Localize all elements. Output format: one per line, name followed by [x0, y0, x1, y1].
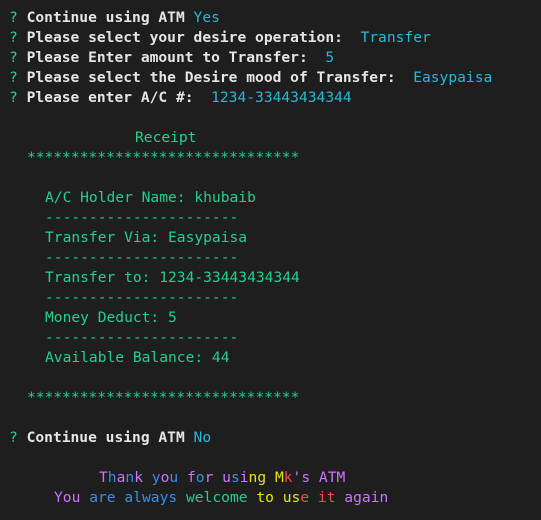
rainbow-char — [177, 489, 186, 506]
rainbow-char: f — [186, 469, 196, 486]
rainbow-char: w — [185, 489, 195, 506]
receipt-transfer-to: Transfer to: 1234-33443434344 — [45, 269, 300, 286]
question-marker: ? — [9, 29, 18, 46]
rainbow-char: a — [89, 489, 98, 506]
rainbow-char — [309, 489, 318, 506]
rainbow-char: r — [97, 489, 107, 506]
prompt-answer: 1234-33443434344 — [211, 89, 352, 106]
rainbow-char: s — [168, 489, 178, 506]
question-marker: ? — [9, 89, 18, 106]
rainbow-char: i — [317, 489, 327, 506]
rainbow-char: Y — [54, 489, 63, 506]
rainbow-char: o — [62, 489, 72, 506]
rainbow-char: o — [195, 469, 205, 486]
prompt-answer: No — [193, 429, 212, 446]
rainbow-char: a — [344, 489, 354, 506]
rainbow-char: l — [133, 489, 142, 506]
rainbow-char: T — [327, 469, 337, 486]
rainbow-char — [310, 469, 319, 486]
prompt-continue-atm-final: ? Continue using ATM No — [9, 428, 211, 448]
rainbow-char: n — [379, 489, 389, 506]
rainbow-char: s — [301, 469, 311, 486]
question-marker: ? — [9, 69, 18, 86]
receipt-transfer-via: Transfer Via: Easypaisa — [45, 229, 248, 246]
receipt-divider: ---------------------- — [45, 209, 239, 226]
rainbow-char — [248, 489, 257, 506]
prompt-account-number: ? Please enter A/C #: 1234-33443434344 — [9, 88, 352, 108]
rainbow-char: m — [229, 489, 239, 506]
prompt-select-operation: ? Please select your desire operation: T… — [9, 28, 431, 48]
rainbow-char: n — [125, 469, 135, 486]
rainbow-char — [274, 489, 283, 506]
question-marker: ? — [9, 9, 18, 26]
question-marker: ? — [9, 49, 18, 66]
receipt-stars-top: ******************************* — [27, 149, 300, 166]
rainbow-char: e — [300, 489, 310, 506]
prompt-label: Continue using ATM — [26, 429, 185, 446]
prompt-label: Please select the Desire mood of Transfe… — [26, 69, 396, 86]
rainbow-char: i — [239, 469, 249, 486]
rainbow-char: e — [238, 489, 248, 506]
rainbow-char: s — [230, 469, 240, 486]
rainbow-char: k — [283, 469, 293, 486]
prompt-answer: Yes — [193, 9, 220, 26]
rainbow-char: g — [353, 489, 362, 506]
prompt-label: Please enter A/C #: — [26, 89, 194, 106]
rainbow-char: o — [265, 489, 274, 506]
welcome-message: You are always welcome to use it again — [54, 488, 388, 508]
prompt-answer: 5 — [325, 49, 335, 66]
rainbow-char: t — [256, 489, 266, 506]
rainbow-char: A — [318, 469, 328, 486]
receipt-title: Receipt — [135, 129, 197, 146]
prompt-enter-amount: ? Please Enter amount to Transfer: 5 — [9, 48, 334, 68]
receipt-holder-name: A/C Holder Name: khubaib — [45, 189, 256, 206]
receipt-stars-bottom: ******************************* — [27, 389, 300, 406]
thank-you-message: Thank you for using Mk's ATM — [99, 468, 345, 488]
rainbow-char: M — [336, 469, 346, 486]
rainbow-char — [266, 469, 275, 486]
rainbow-char — [178, 469, 187, 486]
receipt-divider: ---------------------- — [45, 289, 239, 306]
terminal-output: ? Continue using ATM Yes ? Please select… — [0, 0, 541, 520]
rainbow-char: k — [134, 469, 143, 486]
receipt-available-balance: Available Balance: 44 — [45, 349, 230, 366]
rainbow-char: a — [124, 489, 134, 506]
rainbow-char: u — [282, 489, 292, 506]
rainbow-char: s — [291, 489, 301, 506]
receipt-divider: ---------------------- — [45, 329, 239, 346]
rainbow-char: ' — [292, 469, 302, 486]
receipt-divider: ---------------------- — [45, 249, 239, 266]
rainbow-char: t — [326, 489, 336, 506]
rainbow-char: a — [361, 489, 371, 506]
rainbow-char: e — [194, 489, 204, 506]
rainbow-char: T — [99, 469, 108, 486]
rainbow-char: M — [274, 469, 284, 486]
rainbow-char: u — [222, 469, 231, 486]
rainbow-char: c — [212, 489, 222, 506]
rainbow-char — [143, 469, 152, 486]
rainbow-char: y — [151, 469, 161, 486]
rainbow-char: o — [221, 489, 230, 506]
rainbow-char: a — [150, 489, 160, 506]
prompt-label: Please select your desire operation: — [26, 29, 343, 46]
rainbow-char: e — [106, 489, 116, 506]
rainbow-char — [80, 489, 89, 506]
prompt-transfer-mode: ? Please select the Desire mood of Trans… — [9, 68, 492, 88]
rainbow-char: h — [107, 469, 117, 486]
prompt-continue-atm: ? Continue using ATM Yes — [9, 8, 220, 28]
rainbow-char — [213, 469, 222, 486]
rainbow-char: g — [257, 469, 267, 486]
prompt-label: Continue using ATM — [26, 9, 185, 26]
rainbow-char: w — [141, 489, 151, 506]
receipt-money-deduct: Money Deduct: 5 — [45, 309, 177, 326]
prompt-answer: Easypaisa — [413, 69, 493, 86]
rainbow-char: u — [169, 469, 179, 486]
prompt-label: Please Enter amount to Transfer: — [26, 49, 308, 66]
question-marker: ? — [9, 429, 18, 446]
rainbow-char — [336, 489, 345, 506]
prompt-answer: Transfer — [360, 29, 431, 46]
